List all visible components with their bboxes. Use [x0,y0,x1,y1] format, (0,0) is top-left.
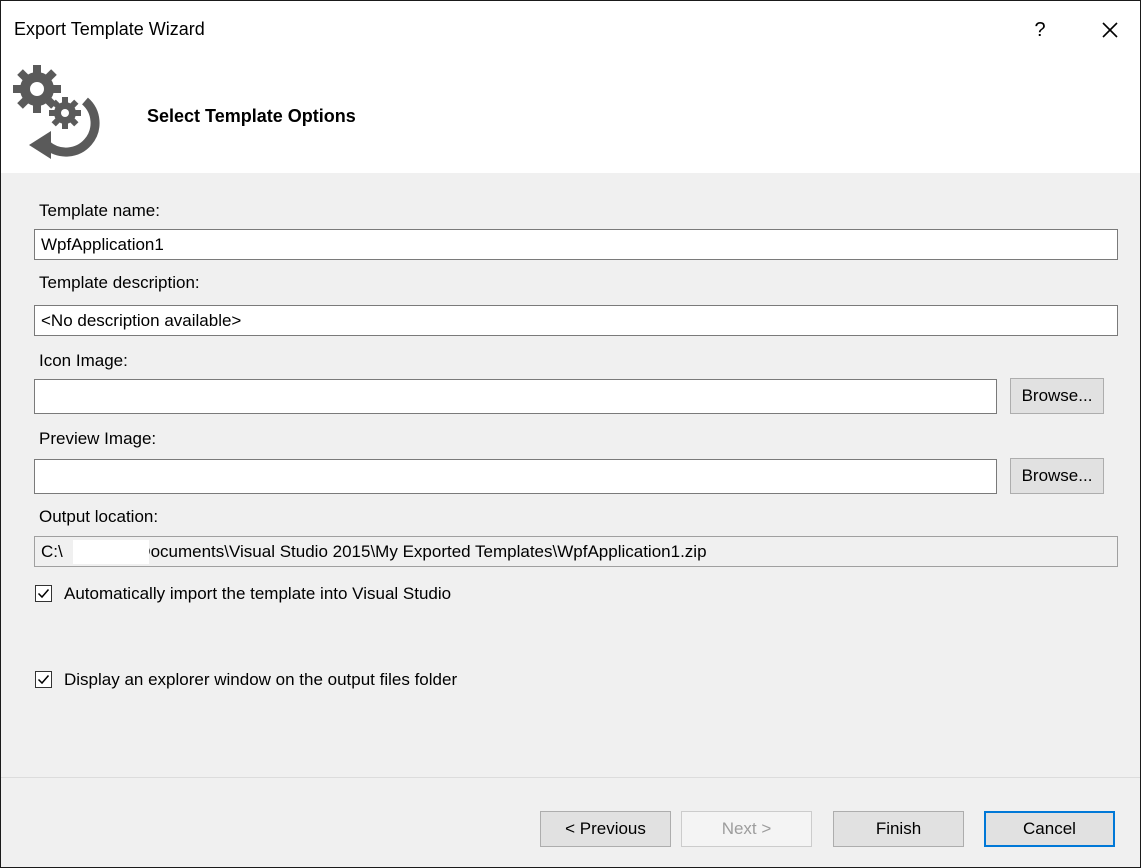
auto-import-label[interactable]: Automatically import the template into V… [64,584,451,604]
output-location-field[interactable] [34,536,1118,567]
auto-import-checkbox[interactable] [35,585,52,602]
output-location-label: Output location: [39,507,159,526]
icon-image-label: Icon Image: [39,351,128,370]
footer-divider [1,777,1140,778]
checkmark-icon [37,675,50,685]
display-explorer-label[interactable]: Display an explorer window on the output… [64,670,457,690]
redacted-username [73,540,149,564]
close-icon [1102,22,1118,38]
export-template-wizard-dialog: Export Template Wizard ? Select Template… [0,0,1141,868]
checkmark-icon [37,589,50,599]
finish-button[interactable]: Finish [833,811,964,847]
cancel-button[interactable]: Cancel [984,811,1115,847]
template-description-label: Template description: [39,273,200,292]
previous-button[interactable]: < Previous [540,811,671,847]
preview-image-browse-button[interactable]: Browse... [1010,458,1104,494]
gears-export-icon [13,65,100,159]
help-button[interactable]: ? [1026,15,1054,45]
wizard-header: Select Template Options [1,61,1140,173]
window-title: Export Template Wizard [14,19,205,39]
icon-image-browse-button[interactable]: Browse... [1010,378,1104,414]
preview-image-label: Preview Image: [39,429,157,448]
template-name-input[interactable] [34,229,1118,260]
close-button[interactable] [1095,15,1125,45]
page-title: Select Template Options [147,106,356,126]
template-name-label: Template name: [39,201,160,220]
icon-image-input[interactable] [34,379,997,414]
template-description-input[interactable] [34,305,1118,336]
preview-image-input[interactable] [34,459,997,494]
display-explorer-checkbox[interactable] [35,671,52,688]
next-button[interactable]: Next > [681,811,812,847]
title-bar: Export Template Wizard ? [1,1,1140,61]
